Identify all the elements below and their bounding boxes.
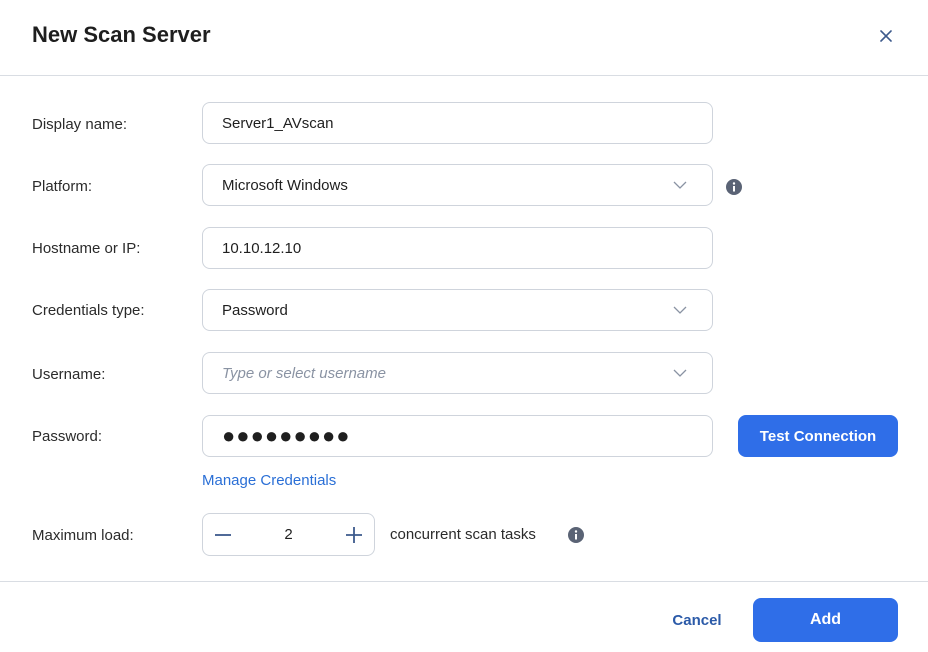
hostname-value: 10.10.12.10: [222, 239, 302, 257]
dialog-header: New Scan Server: [0, 0, 928, 76]
add-button[interactable]: Add: [753, 598, 898, 642]
username-placeholder: Type or select username: [222, 364, 386, 382]
username-label: Username:: [32, 366, 106, 383]
plus-icon: [346, 526, 362, 543]
maximum-load-stepper: 2: [202, 513, 375, 556]
username-select[interactable]: Type or select username: [202, 352, 713, 394]
info-icon[interactable]: [726, 179, 742, 195]
maximum-load-value[interactable]: 2: [243, 526, 334, 543]
new-scan-server-dialog: New Scan Server Display name: Server1_AV…: [0, 0, 928, 652]
credentials-type-value: Password: [222, 301, 288, 319]
platform-value: Microsoft Windows: [222, 176, 348, 194]
display-name-input[interactable]: Server1_AVscan: [202, 102, 713, 144]
footer-divider: [0, 581, 928, 582]
password-value: ●●●●●●●●●: [222, 423, 351, 448]
platform-label: Platform:: [32, 178, 93, 195]
display-name-label: Display name:: [32, 116, 128, 133]
chevron-down-icon: [660, 165, 700, 205]
platform-select[interactable]: Microsoft Windows: [202, 164, 713, 206]
close-icon: [880, 30, 892, 42]
cancel-button[interactable]: Cancel: [650, 598, 744, 642]
test-connection-button[interactable]: Test Connection: [738, 415, 898, 457]
chevron-down-icon: [660, 290, 700, 330]
close-button[interactable]: [874, 24, 898, 48]
maximum-load-suffix: concurrent scan tasks: [390, 526, 536, 543]
hostname-label: Hostname or IP:: [32, 240, 141, 257]
credentials-type-select[interactable]: Password: [202, 289, 713, 331]
manage-credentials-link[interactable]: Manage Credentials: [202, 472, 336, 489]
display-name-value: Server1_AVscan: [222, 114, 334, 132]
credentials-type-label: Credentials type:: [32, 302, 145, 319]
hostname-input[interactable]: 10.10.12.10: [202, 227, 713, 269]
decrement-button[interactable]: [203, 514, 243, 555]
password-input[interactable]: ●●●●●●●●●: [202, 415, 713, 457]
info-icon[interactable]: [568, 527, 584, 543]
chevron-down-icon: [660, 353, 700, 393]
minus-icon: [215, 533, 231, 536]
increment-button[interactable]: [334, 514, 374, 555]
maximum-load-label: Maximum load:: [32, 527, 134, 544]
password-label: Password:: [32, 428, 103, 445]
dialog-title: New Scan Server: [32, 22, 211, 47]
